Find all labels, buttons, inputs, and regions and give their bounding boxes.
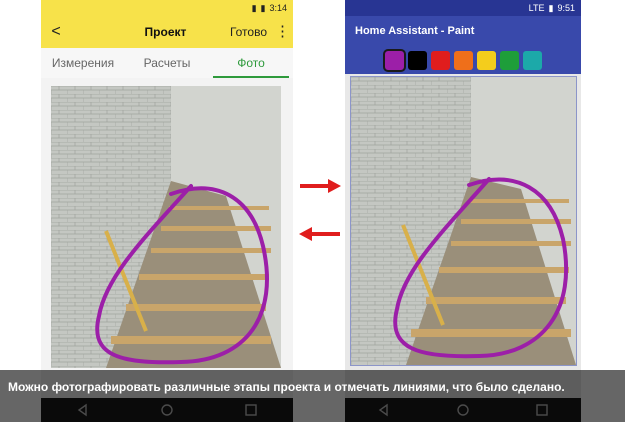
status-bar: ▮ ▮ 3:14 [41, 0, 293, 16]
status-time: 9:51 [557, 3, 575, 13]
battery-icon: ▮ [260, 2, 266, 13]
app-toolbar: Home Assistant - Paint [345, 16, 581, 46]
battery-icon: ▮ [548, 2, 554, 13]
tab-calculations[interactable]: Расчеты [125, 48, 209, 78]
done-button[interactable]: Готово [230, 25, 267, 39]
caption-background [0, 370, 625, 422]
arrow-left-icon [299, 227, 340, 241]
overflow-menu-icon[interactable]: ⋮ [275, 24, 290, 39]
project-photo[interactable] [51, 86, 281, 368]
color-swatch-orange[interactable] [453, 50, 473, 70]
tab-bar: Измерения Расчеты Фото [41, 48, 293, 78]
tab-photo[interactable]: Фото [209, 48, 293, 78]
color-swatch-black[interactable] [407, 50, 427, 70]
signal-icon: ▮ [251, 2, 257, 13]
back-arrow-icon[interactable]: < [41, 23, 71, 41]
paint-app-screen: LTE ▮ 9:51 Home Assistant - Paint [345, 0, 581, 422]
arrow-right-icon [300, 179, 341, 193]
app-toolbar: < Проект Готово ⋮ [41, 16, 293, 48]
photo-illustration [51, 86, 281, 368]
status-time: 3:14 [269, 3, 287, 13]
status-bar: LTE ▮ 9:51 [345, 0, 581, 16]
color-swatch-purple[interactable] [382, 48, 406, 72]
canvas-illustration [351, 77, 576, 365]
color-swatch-red[interactable] [430, 50, 450, 70]
color-palette [345, 46, 581, 74]
app-title: Home Assistant - Paint [355, 25, 475, 37]
color-swatch-yellow[interactable] [476, 50, 496, 70]
color-swatch-green[interactable] [499, 50, 519, 70]
color-swatch-teal[interactable] [522, 50, 542, 70]
lte-label: LTE [528, 3, 545, 13]
tab-measurements[interactable]: Измерения [41, 48, 125, 78]
project-app-screen: ▮ ▮ 3:14 < Проект Готово ⋮ Измерения Рас… [41, 0, 293, 422]
paint-canvas[interactable] [350, 76, 577, 366]
caption-text: Можно фотографировать различные этапы пр… [8, 380, 565, 394]
page-title: Проект [144, 25, 187, 39]
